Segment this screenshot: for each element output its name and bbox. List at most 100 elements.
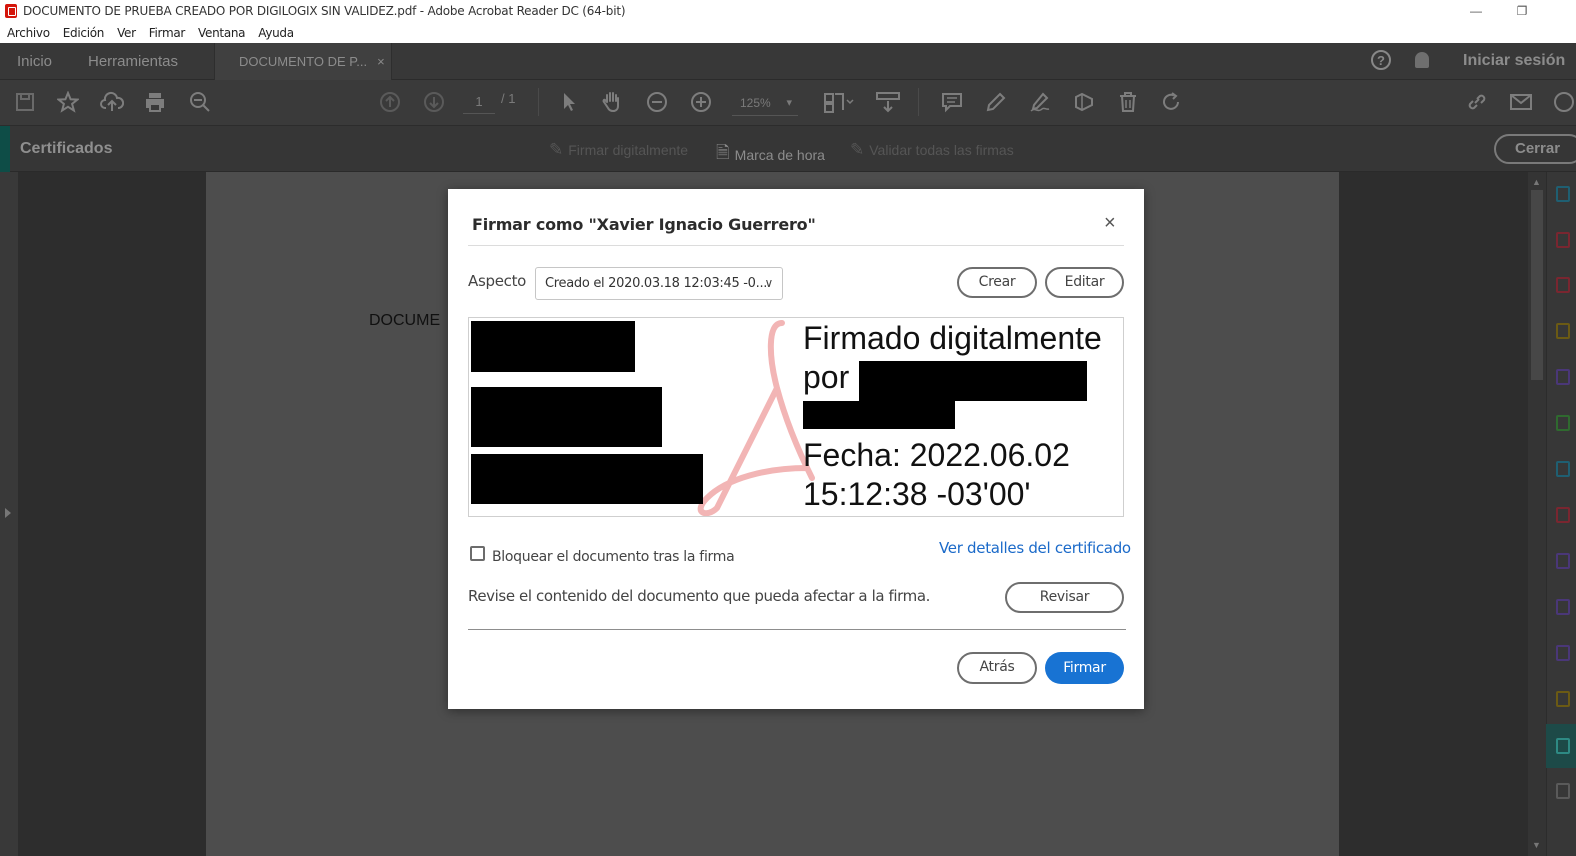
send-for-signature-icon[interactable]	[1556, 553, 1570, 569]
lock-document-option[interactable]: Bloquear el documento tras la firma	[470, 541, 735, 565]
tab-close-icon[interactable]: ×	[377, 54, 385, 69]
tab-document-label: DOCUMENTO DE P...	[239, 54, 368, 69]
signature-line-signed: Firmado digitalmente	[803, 320, 1102, 356]
edit-pdf-icon[interactable]	[1556, 277, 1570, 293]
sign-button[interactable]: Firmar	[1045, 652, 1124, 684]
lock-document-checkbox[interactable]	[470, 545, 485, 561]
redacted-signer-block	[803, 401, 955, 429]
page-total: / 1	[501, 91, 516, 106]
help-icon[interactable]: ?	[1371, 50, 1391, 70]
scroll-down-icon[interactable]: ▼	[1532, 840, 1541, 850]
menu-edicion[interactable]: Edición	[63, 26, 105, 40]
redacted-name-block	[471, 321, 635, 372]
acrobat-watermark-icon	[697, 320, 815, 516]
timestamp-button[interactable]: 🗎 Marca de hora	[716, 140, 825, 169]
tab-document[interactable]: DOCUMENTO DE P... ×	[214, 43, 392, 80]
tab-tools[interactable]: Herramientas	[88, 43, 178, 80]
redact-icon[interactable]	[1556, 645, 1570, 661]
organize-pages-icon[interactable]	[1556, 232, 1570, 248]
upload-cloud-icon[interactable]	[100, 90, 124, 114]
restore-button[interactable]: ❐	[1499, 0, 1545, 22]
certificate-details-link[interactable]: Ver detalles del certificado	[939, 539, 1131, 557]
menu-archivo[interactable]: Archivo	[7, 26, 50, 40]
review-message: Revise el contenido del documento que pu…	[468, 587, 931, 605]
delete-trash-icon[interactable]	[1116, 90, 1140, 114]
next-page-icon[interactable]	[422, 90, 446, 114]
appearance-label: Aspecto	[468, 272, 527, 290]
print-icon[interactable]	[143, 90, 167, 114]
window-title: DOCUMENTO DE PRUEBA CREADO POR DIGILOGIX…	[23, 4, 626, 18]
scan-ocr-icon[interactable]	[1556, 599, 1570, 615]
share-link-icon[interactable]	[1465, 90, 1489, 114]
tab-bar: Inicio Herramientas DOCUMENTO DE P... ×	[0, 43, 1576, 80]
sign-in-link[interactable]: Iniciar sesión	[1463, 52, 1565, 70]
menu-bar: Archivo Edición Ver Firmar Ventana Ayuda	[0, 22, 1576, 43]
account-avatar-icon[interactable]	[1552, 90, 1576, 114]
zoom-level-select[interactable]: 125%	[732, 90, 798, 116]
select-cursor-icon[interactable]	[557, 90, 581, 114]
page-visible-text: DOCUME	[369, 312, 441, 329]
sign-digitally-button[interactable]: ✎ Firmar digitalmente	[549, 140, 688, 160]
close-certificates-button[interactable]: Cerrar	[1494, 134, 1576, 164]
expand-left-panel-icon[interactable]	[5, 508, 11, 518]
create-button[interactable]: Crear	[957, 267, 1037, 298]
certificates-rail-icon[interactable]	[1556, 738, 1570, 754]
fill-sign-icon[interactable]	[1028, 90, 1052, 114]
dialog-footer-divider	[468, 629, 1126, 630]
menu-ayuda[interactable]: Ayuda	[258, 26, 294, 40]
sign-pen-icon: ✎	[549, 140, 564, 159]
email-icon[interactable]	[1509, 90, 1533, 114]
signature-line-by: por	[803, 359, 850, 395]
menu-ver[interactable]: Ver	[117, 26, 136, 40]
previous-page-icon[interactable]	[378, 90, 402, 114]
scroll-up-icon[interactable]: ▲	[1532, 177, 1541, 187]
fill-sign-rail-icon[interactable]	[1556, 507, 1570, 523]
sign-dialog: Firmar como "Xavier Ignacio Guerrero" × …	[448, 189, 1144, 709]
certificates-title: Certificados	[20, 140, 113, 157]
menu-firmar[interactable]: Firmar	[149, 26, 186, 40]
comment-rail-icon[interactable]	[1556, 323, 1570, 339]
signature-preview: Firmado digitalmente por Fecha: 2022.06.…	[468, 317, 1124, 517]
back-button[interactable]: Atrás	[957, 652, 1037, 684]
zoom-in-icon[interactable]	[689, 90, 713, 114]
combine-files-icon[interactable]	[1556, 369, 1570, 385]
more-tools-icon[interactable]	[1556, 783, 1570, 799]
validate-signatures-label: Validar todas las firmas	[869, 142, 1014, 158]
redacted-name-block	[471, 454, 703, 504]
lock-document-label: Bloquear el documento tras la firma	[492, 549, 735, 565]
tab-tools-label: Herramientas	[88, 53, 179, 70]
scrollbar-thumb[interactable]	[1531, 190, 1543, 380]
measure-icon[interactable]	[1556, 691, 1570, 707]
timestamp-label: Marca de hora	[734, 146, 825, 163]
dialog-close-icon[interactable]: ×	[1104, 213, 1116, 233]
validate-pen-icon: ✎	[850, 140, 865, 159]
highlight-pen-icon[interactable]	[984, 90, 1008, 114]
protect-icon[interactable]	[1556, 415, 1570, 431]
zoom-search-icon[interactable]	[188, 90, 212, 114]
minimize-button[interactable]: —	[1453, 0, 1499, 22]
save-icon[interactable]	[13, 90, 37, 114]
zoom-out-icon[interactable]	[645, 90, 669, 114]
bookmark-star-icon[interactable]	[56, 90, 80, 114]
comment-icon[interactable]	[940, 90, 964, 114]
tab-home[interactable]: Inicio	[17, 43, 52, 80]
hand-tool-icon[interactable]	[600, 90, 624, 114]
signature-line-time: 15:12:38 -03'00'	[803, 476, 1031, 512]
page-layout-icon[interactable]	[822, 90, 856, 114]
edit-button[interactable]: Editar	[1045, 267, 1124, 298]
appearance-dropdown[interactable]: Creado el 2020.03.18 12:03:45 -0... ∨	[535, 267, 783, 300]
redacted-name-block	[471, 387, 662, 447]
signature-line-date: Fecha: 2022.06.02	[803, 437, 1070, 473]
stamp-icon[interactable]	[1072, 90, 1096, 114]
notifications-bell-icon[interactable]	[1415, 52, 1429, 68]
scroll-mode-icon[interactable]	[874, 90, 902, 114]
export-pdf-icon[interactable]	[1556, 186, 1570, 202]
tab-home-label: Inicio	[17, 53, 53, 70]
compress-icon[interactable]	[1556, 461, 1570, 477]
review-button[interactable]: Revisar	[1005, 582, 1124, 613]
validate-signatures-button[interactable]: ✎ Validar todas las firmas	[850, 140, 1014, 160]
title-bar: DOCUMENTO DE PRUEBA CREADO POR DIGILOGIX…	[0, 0, 1576, 22]
rotate-icon[interactable]	[1159, 90, 1183, 114]
page-number-input[interactable]: 1	[463, 90, 495, 114]
menu-ventana[interactable]: Ventana	[198, 26, 245, 40]
